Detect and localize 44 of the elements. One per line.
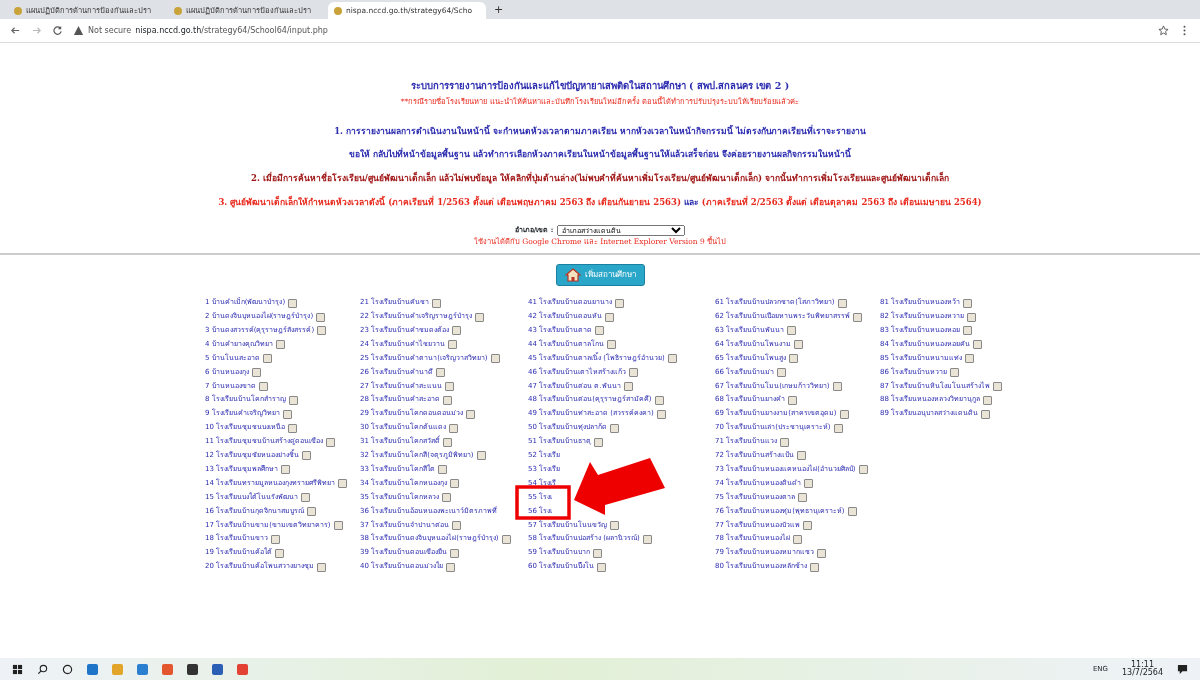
notification-icon[interactable]	[1177, 663, 1188, 675]
clipboard-icon[interactable]	[288, 298, 298, 308]
clipboard-icon[interactable]	[326, 437, 336, 447]
clipboard-icon[interactable]	[476, 451, 486, 461]
clipboard-icon[interactable]	[610, 520, 620, 530]
clipboard-icon[interactable]	[333, 520, 343, 530]
clipboard-icon[interactable]	[847, 507, 857, 517]
reload-icon[interactable]	[52, 25, 63, 36]
clipboard-icon[interactable]	[475, 312, 485, 322]
forward-icon[interactable]	[31, 25, 42, 36]
warning-icon	[73, 25, 84, 36]
clipboard-icon[interactable]	[490, 354, 500, 364]
star-icon[interactable]	[1158, 25, 1169, 36]
url-text[interactable]: nispa.nccd.go.th/strategy64/School64/input.php	[135, 24, 328, 37]
clipboard-icon[interactable]	[788, 395, 798, 405]
page-title: ระบบการรายงานการป้องกันและแก้ไขปัญหายาเสพติดในสถานศึกษา ( สพป.สกลนคร เขต 2 )	[409, 79, 791, 94]
clipboard-icon[interactable]	[338, 479, 348, 489]
instruction-text: และ	[683, 196, 699, 207]
instruction-text: (ภาคเรียนที่ 2/2563 ตั้งแต่ เดือนตุลาคม 2563 ถึง เดือนเมษายน 2564)	[701, 196, 982, 207]
clipboard-icon[interactable]	[302, 451, 312, 461]
search-icon[interactable]	[37, 663, 48, 675]
clipboard-icon[interactable]	[501, 534, 511, 544]
highlight-frame	[515, 485, 571, 520]
clipboard-icon[interactable]	[858, 465, 868, 475]
clipboard-icon[interactable]	[667, 354, 677, 364]
clipboard-icon[interactable]	[281, 465, 291, 475]
clipboard-icon[interactable]	[832, 382, 842, 392]
new-tab-button[interactable]: +	[488, 2, 508, 19]
clipboard-icon[interactable]	[642, 534, 652, 544]
clipboard-icon[interactable]	[452, 520, 462, 530]
instruction-text: 1. การรายงานผลการดำเนินงานในหน้านี้ จะกำหนดห้วงเวลาตามภาคเรียน หากห้วงเวลาในหน้ากิจกรรมนี้ ไม่ตรงกับภาคเรียนที่เราจะรายงาน	[333, 124, 867, 138]
clipboard-icon[interactable]	[317, 562, 327, 572]
instruction-text: ขอให้ กลับไปที่หน้าข้อมูลพื้นฐาน แล้วทำการเลือกห้วงภาคเรียนในหน้าข้อมูลพื้นฐานให้แล้วเสร็จก่อน จึงค่อยรายงานผลกิจกรรมในหน้านี้	[348, 148, 852, 161]
instruction-text: 2. เมื่อมีการค้นหาชื่อโรงเรียน/ศูนย์พัฒนาเด็กเล็ก แล้วไม่พบข้อมูล ให้คลิกที่ปุ่มด้านล่าง(ไม่พบคำที่ค้นหาเพิ่มโรงเรียน/ศูนย์พัฒนาเด็กเล็ก) จากนั้นทำการเพิ่มโรงเรียนและศูนย์พัฒนาเด็กเล็ก	[250, 172, 950, 185]
app-icon[interactable]	[212, 663, 223, 675]
start-icon[interactable]	[12, 663, 23, 675]
circle-icon[interactable]	[62, 663, 73, 675]
clipboard-icon[interactable]	[432, 298, 442, 308]
security-label: Not secure	[88, 24, 132, 37]
instruction-text: 3. ศูนย์พัฒนาเด็กเล็กให้กำหนดห้วงเวลาดังนี้ (ภาคเรียนที่ 1/2563 ตั้งแต่ เดือนพฤษภาคม 2563 ถึง เดือนกันยายน 2563)	[218, 196, 681, 207]
taskbar-clock[interactable]: 11:11 13/7/2564	[1121, 661, 1163, 677]
app-icon[interactable]	[187, 663, 198, 675]
back-icon[interactable]	[10, 25, 21, 36]
house-icon	[564, 267, 581, 282]
